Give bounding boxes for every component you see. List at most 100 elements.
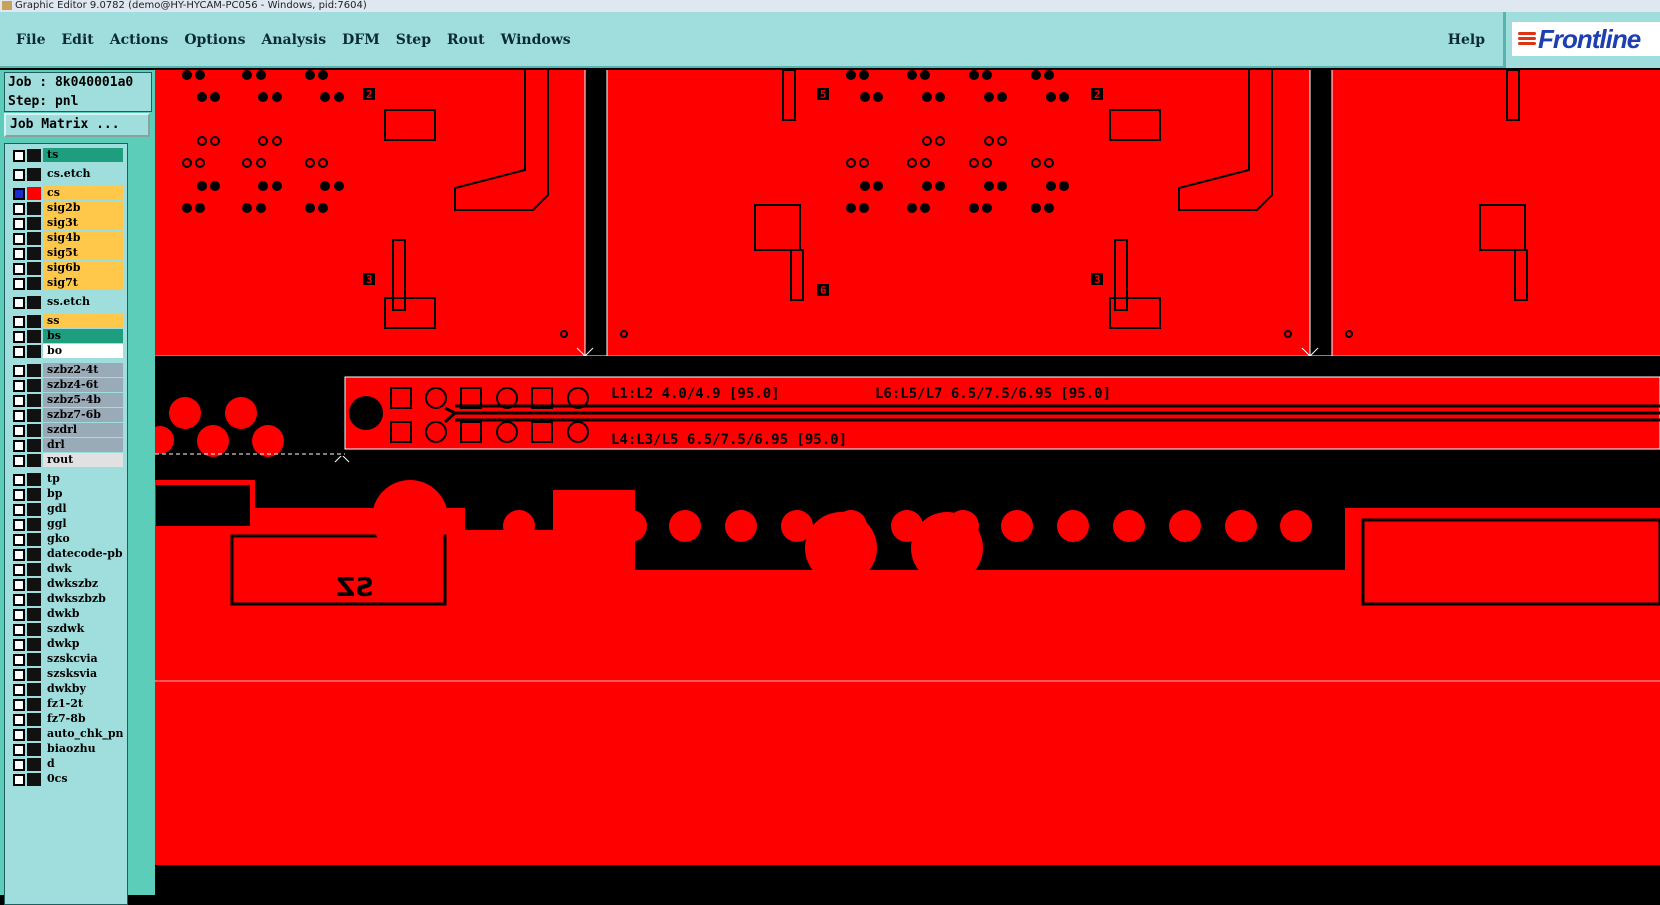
layer-row-auto_chk_pnl[interactable]: auto_chk_pnl: [7, 727, 125, 741]
layer-checkbox[interactable]: [13, 248, 25, 260]
layer-checkbox[interactable]: [13, 549, 25, 561]
layer-row-fz7-8b[interactable]: fz7-8b: [7, 712, 125, 726]
layer-name[interactable]: sig4b: [43, 231, 123, 245]
layer-color-swatch[interactable]: [27, 608, 41, 621]
layer-row-dwkszbzb[interactable]: dwkszbzb: [7, 592, 125, 606]
layer-name[interactable]: dwkp: [43, 637, 123, 651]
layer-checkbox[interactable]: [13, 425, 25, 437]
layer-checkbox[interactable]: [13, 489, 25, 501]
layer-color-swatch[interactable]: [27, 533, 41, 546]
layer-row-sig5t[interactable]: sig5t: [7, 246, 125, 260]
layer-color-swatch[interactable]: [27, 713, 41, 726]
layer-row-dwkb[interactable]: dwkb: [7, 607, 125, 621]
layer-name[interactable]: dwkszbzb: [43, 592, 123, 606]
layer-name[interactable]: ss: [43, 314, 123, 328]
layer-color-swatch[interactable]: [27, 296, 41, 309]
layer-name[interactable]: szbz4-6t: [43, 378, 123, 392]
layer-checkbox[interactable]: [13, 150, 25, 162]
layer-color-swatch[interactable]: [27, 262, 41, 275]
layer-color-swatch[interactable]: [27, 758, 41, 771]
layer-row-rout[interactable]: rout: [7, 453, 125, 467]
layer-color-swatch[interactable]: [27, 518, 41, 531]
layer-name[interactable]: sig3t: [43, 216, 123, 230]
layer-color-swatch[interactable]: [27, 653, 41, 666]
layer-row-sig3t[interactable]: sig3t: [7, 216, 125, 230]
layer-name[interactable]: ts: [43, 148, 123, 162]
layer-color-swatch[interactable]: [27, 277, 41, 290]
layer-checkbox[interactable]: [13, 759, 25, 771]
layer-row-gko[interactable]: gko: [7, 532, 125, 546]
layer-checkbox[interactable]: [13, 714, 25, 726]
layer-color-swatch[interactable]: [27, 623, 41, 636]
layer-color-swatch[interactable]: [27, 364, 41, 377]
menu-analysis[interactable]: Analysis: [253, 32, 334, 48]
layer-row-szskcvia[interactable]: szskcvia: [7, 652, 125, 666]
layer-checkbox[interactable]: [13, 218, 25, 230]
layer-name[interactable]: fz1-2t: [43, 697, 123, 711]
layer-color-swatch[interactable]: [27, 578, 41, 591]
layer-checkbox[interactable]: [13, 410, 25, 422]
layer-name[interactable]: szdrl: [43, 423, 123, 437]
layer-name[interactable]: dwkszbz: [43, 577, 123, 591]
layer-name[interactable]: bo: [43, 344, 123, 358]
layer-color-swatch[interactable]: [27, 149, 41, 162]
layer-name[interactable]: tp: [43, 472, 123, 486]
layer-color-swatch[interactable]: [27, 728, 41, 741]
layer-checkbox[interactable]: [13, 564, 25, 576]
layer-checkbox[interactable]: [13, 729, 25, 741]
layer-color-swatch[interactable]: [27, 488, 41, 501]
menu-help[interactable]: Help: [1448, 32, 1485, 48]
layer-checkbox[interactable]: [13, 331, 25, 343]
layer-name[interactable]: sig6b: [43, 261, 123, 275]
layer-checkbox[interactable]: [13, 684, 25, 696]
layer-row-drl[interactable]: drl: [7, 438, 125, 452]
layer-row-sig4b[interactable]: sig4b: [7, 231, 125, 245]
layer-checkbox[interactable]: [13, 609, 25, 621]
layer-color-swatch[interactable]: [27, 668, 41, 681]
layer-checkbox[interactable]: [13, 455, 25, 467]
layer-name[interactable]: dwkb: [43, 607, 123, 621]
layer-row-tp[interactable]: tp: [7, 472, 125, 486]
layer-checkbox[interactable]: [13, 169, 25, 181]
layer-color-swatch[interactable]: [27, 168, 41, 181]
layer-color-swatch[interactable]: [27, 232, 41, 245]
layer-checkbox[interactable]: [13, 699, 25, 711]
menu-dfm[interactable]: DFM: [334, 32, 388, 48]
layer-color-swatch[interactable]: [27, 743, 41, 756]
layer-color-swatch[interactable]: [27, 698, 41, 711]
layer-name[interactable]: drl: [43, 438, 123, 452]
layer-color-swatch[interactable]: [27, 202, 41, 215]
menu-options[interactable]: Options: [176, 32, 253, 48]
layer-checkbox[interactable]: [13, 774, 25, 786]
menu-edit[interactable]: Edit: [53, 32, 101, 48]
layer-color-swatch[interactable]: [27, 247, 41, 260]
layer-checkbox[interactable]: [13, 263, 25, 275]
layer-checkbox[interactable]: [13, 188, 25, 200]
layer-checkbox[interactable]: [13, 744, 25, 756]
layer-name[interactable]: rout: [43, 453, 123, 467]
layer-color-swatch[interactable]: [27, 394, 41, 407]
layer-checkbox[interactable]: [13, 534, 25, 546]
layer-color-swatch[interactable]: [27, 330, 41, 343]
layer-row-biaozhu[interactable]: biaozhu: [7, 742, 125, 756]
layer-color-swatch[interactable]: [27, 315, 41, 328]
layer-row-sig2b[interactable]: sig2b: [7, 201, 125, 215]
layer-color-swatch[interactable]: [27, 683, 41, 696]
layer-row-ggl[interactable]: ggl: [7, 517, 125, 531]
layer-row-dwk[interactable]: dwk: [7, 562, 125, 576]
layer-row-dwkp[interactable]: dwkp: [7, 637, 125, 651]
layer-row-cs[interactable]: cs: [7, 186, 125, 200]
layer-checkbox[interactable]: [13, 594, 25, 606]
layer-color-swatch[interactable]: [27, 638, 41, 651]
menu-rout[interactable]: Rout: [439, 32, 493, 48]
layer-checkbox[interactable]: [13, 297, 25, 309]
layer-name[interactable]: dwkby: [43, 682, 123, 696]
layer-name[interactable]: cs.etch: [43, 167, 123, 181]
layer-row-bs[interactable]: bs: [7, 329, 125, 343]
layer-row-ts[interactable]: ts: [7, 148, 125, 162]
layer-name[interactable]: szbz7-6b: [43, 408, 123, 422]
layer-color-swatch[interactable]: [27, 593, 41, 606]
layer-name[interactable]: biaozhu: [43, 742, 123, 756]
layer-color-swatch[interactable]: [27, 379, 41, 392]
layer-color-swatch[interactable]: [27, 439, 41, 452]
